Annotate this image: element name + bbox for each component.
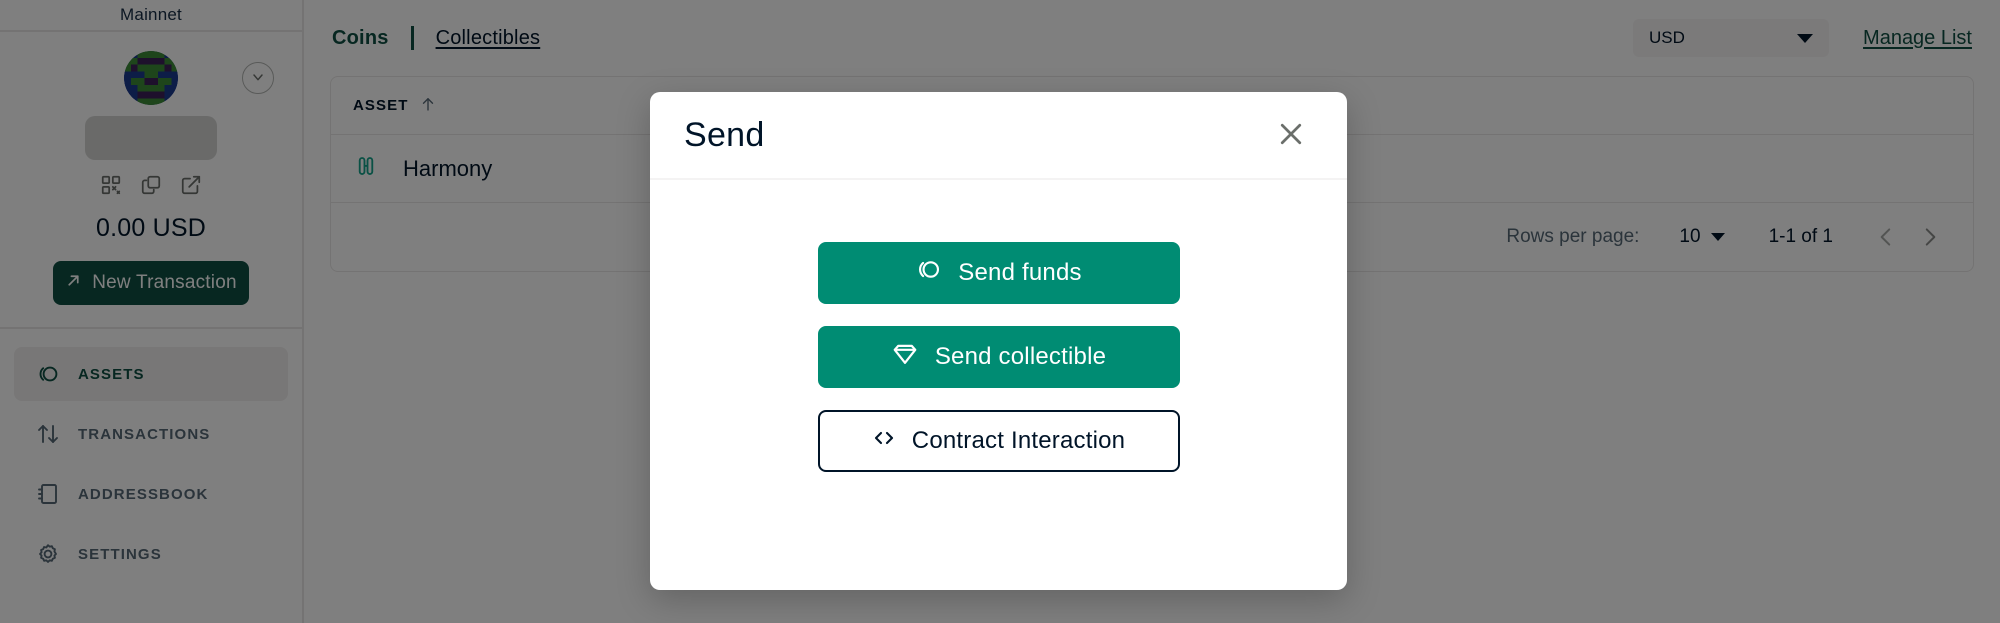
send-collectible-button[interactable]: Send collectible	[817, 326, 1180, 388]
close-modal-button[interactable]	[1269, 113, 1313, 157]
close-icon	[1276, 119, 1306, 152]
contract-interaction-button[interactable]: Contract Interaction	[817, 410, 1180, 472]
contract-interaction-label: Contract Interaction	[911, 427, 1126, 454]
assets-icon	[915, 256, 942, 290]
modal-body: Send funds Send collectible Contract Int…	[650, 180, 1347, 590]
send-collectible-label: Send collectible	[934, 343, 1107, 370]
send-funds-button[interactable]: Send funds	[817, 242, 1180, 304]
app-root: Mainnet	[0, 0, 2000, 623]
send-funds-label: Send funds	[958, 259, 1082, 286]
code-brackets-icon	[872, 426, 896, 457]
diamond-icon	[891, 340, 919, 375]
modal-title: Send	[684, 115, 765, 154]
send-modal: Send Send funds Send collectible Contrac…	[650, 92, 1347, 590]
modal-header: Send	[650, 92, 1347, 180]
